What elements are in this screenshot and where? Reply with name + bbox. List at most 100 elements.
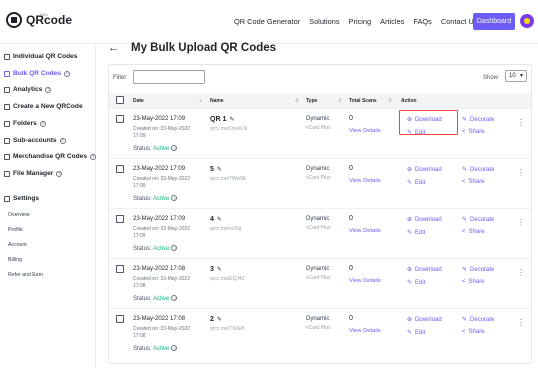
pencil-icon[interactable]: ✎ (217, 267, 222, 273)
share-label: Share (468, 279, 485, 285)
file-icon (4, 170, 10, 177)
show-label: Show (483, 75, 499, 81)
share-button[interactable]: < Share (462, 179, 485, 185)
view-details-link[interactable]: View Details (349, 228, 381, 234)
row-checkbox[interactable] (116, 115, 124, 123)
nav-faqs[interactable]: FAQs (413, 17, 431, 26)
help-icon[interactable]: ? (45, 86, 52, 93)
sort-icon[interactable]: ⇵ (388, 98, 392, 104)
row-name[interactable]: QR 1 ✎ (210, 116, 234, 123)
share-button[interactable]: < Share (462, 329, 485, 335)
dashboard-button[interactable]: Dashboard (473, 13, 515, 30)
sidebar-item-create[interactable]: Create a New QRCode (4, 103, 83, 110)
pencil-icon[interactable]: ✎ (229, 117, 234, 123)
view-details-link[interactable]: View Details (349, 278, 381, 284)
row-url[interactable]: qrcc.me/nc0Ig (210, 226, 241, 232)
logo-subtext: Gen (40, 12, 48, 17)
edit-button[interactable]: ✎ Edit (407, 179, 425, 187)
palette-icon: ✎ (462, 167, 468, 173)
help-icon[interactable]: ? (171, 145, 178, 151)
sidebar-item-analytics[interactable]: Analytics ? (4, 86, 52, 93)
col-scans[interactable]: Total Scans (349, 98, 377, 104)
pencil-icon[interactable]: ✎ (217, 217, 222, 223)
avatar[interactable] (520, 14, 534, 28)
share-button[interactable]: < Share (462, 229, 485, 235)
row-checkbox[interactable] (116, 165, 124, 173)
download-button[interactable]: ⊕ Download (407, 266, 442, 274)
sidebar-item-bulk[interactable]: Bulk QR Codes ? (4, 70, 70, 77)
sidebar-item-folders[interactable]: Folders ? (4, 120, 46, 127)
sort-icon[interactable]: ⇵ (338, 98, 342, 104)
row-name[interactable]: 5 ✎ (210, 166, 222, 173)
col-type[interactable]: Type (306, 98, 317, 104)
pencil-icon[interactable]: ✎ (217, 167, 222, 173)
back-arrow-icon[interactable]: ← (108, 42, 119, 54)
view-details-link[interactable]: View Details (349, 328, 381, 334)
help-icon[interactable]: ? (171, 195, 178, 201)
row-name[interactable]: 3 ✎ (210, 266, 222, 273)
nav-pricing[interactable]: Pricing (349, 17, 372, 26)
nav-qr-generator[interactable]: QR Code Generator (234, 17, 300, 26)
sidebar-item-individual[interactable]: Individual QR Codes (4, 53, 77, 60)
view-details-link[interactable]: View Details (349, 178, 381, 184)
edit-button[interactable]: ✎ Edit (407, 279, 425, 287)
row-checkbox[interactable] (116, 265, 124, 273)
row-name[interactable]: 4 ✎ (210, 216, 222, 223)
download-button[interactable]: ⊕ Download (407, 216, 442, 224)
help-icon[interactable]: ? (64, 70, 70, 77)
edit-button[interactable]: ✎ Edit (407, 329, 425, 337)
row-checkbox[interactable] (116, 315, 124, 323)
sort-icon[interactable]: ⇵ (295, 98, 299, 104)
sidebar-item-settings[interactable]: Settings (4, 195, 39, 202)
help-icon[interactable]: ? (171, 345, 178, 351)
row-url[interactable]: qrcc.me/7WeNE (210, 176, 246, 182)
row-name[interactable]: 2 ✎ (210, 316, 222, 323)
row-url[interactable]: qrcc.me/EQJ4Z (210, 276, 245, 282)
help-icon[interactable]: ? (171, 295, 178, 301)
more-options-icon[interactable]: ⋮ (517, 169, 525, 177)
decorate-button[interactable]: ✎ Decorate (462, 216, 494, 224)
help-icon[interactable]: ? (90, 153, 97, 160)
settings-sub-billing[interactable]: Billing (8, 257, 22, 263)
help-icon[interactable]: ? (171, 245, 178, 251)
show-select[interactable]: 10 ▼ (505, 70, 527, 82)
nav-articles[interactable]: Articles (380, 17, 404, 26)
sidebar-item-file-manager[interactable]: File Manager ? (4, 170, 63, 177)
row-checkbox[interactable] (116, 215, 124, 223)
edit-button[interactable]: ✎ Edit (407, 229, 425, 237)
sidebar-item-subaccounts[interactable]: Sub-accounts ? (4, 137, 66, 144)
more-options-icon[interactable]: ⋮ (517, 269, 525, 277)
download-button[interactable]: ⊕ Download (407, 316, 442, 324)
sidebar: Individual QR Codes Bulk QR Codes ? Anal… (0, 44, 97, 368)
more-options-icon[interactable]: ⋮ (517, 319, 525, 327)
settings-sub-account[interactable]: Account (8, 242, 27, 248)
col-date[interactable]: Date (133, 98, 144, 104)
nav-contact[interactable]: Contact Us (441, 17, 478, 26)
share-button[interactable]: < Share (462, 129, 485, 135)
sidebar-item-merchandise[interactable]: Merchandise QR Codes ? (4, 153, 97, 160)
select-all-checkbox[interactable] (116, 96, 124, 104)
settings-sub-overview[interactable]: Overview (8, 212, 30, 218)
help-icon[interactable]: ? (39, 120, 46, 127)
filter-input[interactable] (133, 70, 205, 84)
decorate-button[interactable]: ✎ Decorate (462, 316, 494, 324)
decorate-button[interactable]: ✎ Decorate (462, 166, 494, 174)
row-url[interactable]: qrcc.me/Ozx4LN (210, 126, 247, 132)
view-details-link[interactable]: View Details (349, 128, 381, 134)
nav-solutions[interactable]: Solutions (309, 17, 339, 26)
share-button[interactable]: < Share (462, 279, 485, 285)
row-url[interactable]: qrcc.me/7XkEB (210, 326, 244, 332)
col-name[interactable]: Name (210, 98, 224, 104)
sort-icon[interactable]: ▲ (198, 98, 203, 104)
logo[interactable]: QRcode (6, 12, 72, 28)
download-button[interactable]: ⊕ Download (407, 166, 442, 174)
pencil-icon[interactable]: ✎ (217, 317, 222, 323)
decorate-button[interactable]: ✎ Decorate (462, 266, 494, 274)
settings-sub-profile[interactable]: Profile (8, 227, 23, 233)
more-options-icon[interactable]: ⋮ (517, 219, 525, 227)
help-icon[interactable]: ? (56, 170, 63, 177)
help-icon[interactable]: ? (59, 137, 66, 144)
settings-sub-refer[interactable]: Refer and Earn (8, 272, 43, 278)
more-options-icon[interactable]: ⋮ (517, 119, 525, 127)
decorate-button[interactable]: ✎ Decorate (462, 116, 494, 124)
